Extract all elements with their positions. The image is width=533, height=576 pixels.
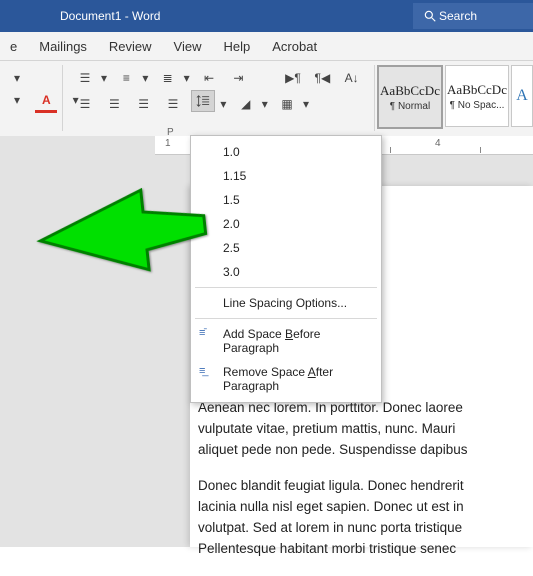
style-heading-partial[interactable]: A — [511, 65, 533, 127]
style-sample: AaBbCcDc — [379, 83, 441, 99]
add-space-before-icon: ≡̄ — [199, 327, 205, 339]
align-right-button[interactable]: ☰ — [133, 94, 155, 114]
title-bar: Document1 - Word — [0, 0, 533, 32]
spacing-2-0[interactable]: 2.0 — [191, 212, 381, 236]
spacing-1-5[interactable]: 1.5 — [191, 188, 381, 212]
ribbon-tabs: e Mailings Review View Help Acrobat — [0, 32, 533, 61]
multilevel-list-dropdown[interactable]: ▾ — [183, 68, 191, 88]
style-nospacing[interactable]: AaBbCcDc ¶ No Spac... — [445, 65, 509, 127]
tab-acrobat[interactable]: Acrobat — [272, 39, 317, 54]
font-color-button[interactable]: A — [35, 90, 57, 113]
shading-dropdown[interactable]: ▾ — [261, 94, 269, 114]
remove-space-after[interactable]: ≡̲ Remove Space After Paragraph — [191, 360, 381, 398]
number-list-button[interactable]: ≡ — [115, 68, 137, 88]
add-space-before[interactable]: ≡̄ Add Space Before Paragraph — [191, 322, 381, 360]
bullet-list-dropdown[interactable]: ▾ — [100, 68, 108, 88]
tab-view[interactable]: View — [174, 39, 202, 54]
menu-separator — [195, 287, 377, 288]
style-sample: A — [512, 87, 532, 105]
borders-button[interactable]: ▦ — [276, 94, 298, 114]
search-box[interactable] — [413, 3, 533, 29]
align-center-button[interactable]: ☰ — [103, 94, 125, 114]
spacing-1-0[interactable]: 1.0 — [191, 140, 381, 164]
paragraph: Donec blandit feugiat ligula. Donec hend… — [198, 476, 533, 560]
style-normal[interactable]: AaBbCcDc ¶ Normal — [377, 65, 443, 129]
bullet-list-button[interactable]: ☰ — [74, 68, 96, 88]
align-left-button[interactable]: ☰ — [74, 94, 96, 114]
line-spacing-menu: 1.0 1.15 1.5 2.0 2.5 3.0 Line Spacing Op… — [190, 135, 382, 403]
multilevel-list-button[interactable]: ≣ — [157, 68, 179, 88]
line-spacing-dropdown[interactable]: ▾ — [219, 94, 227, 114]
remove-space-after-icon: ≡̲ — [199, 365, 205, 377]
align-justify-button[interactable]: ☰ — [162, 94, 184, 114]
styles-gallery: AaBbCcDc ¶ Normal AaBbCcDc ¶ No Spac... … — [377, 65, 533, 129]
style-name-normal: ¶ Normal — [379, 101, 441, 112]
tab-mailings[interactable]: Mailings — [39, 39, 87, 54]
tab-partial[interactable]: e — [10, 39, 17, 54]
document-title: Document1 - Word — [60, 9, 160, 23]
borders-dropdown[interactable]: ▾ — [302, 94, 310, 114]
sort-button[interactable]: A↓ — [341, 68, 363, 88]
search-input[interactable] — [437, 8, 511, 24]
spacing-1-15[interactable]: 1.15 — [191, 164, 381, 188]
search-icon — [423, 9, 437, 23]
spacing-3-0[interactable]: 3.0 — [191, 260, 381, 284]
line-spacing-button[interactable] — [191, 90, 215, 112]
paragraph: Aenean nec lorem. In porttitor. Donec la… — [198, 398, 533, 461]
tab-help[interactable]: Help — [224, 39, 251, 54]
ltr-button[interactable]: ▶¶ — [282, 68, 304, 88]
style-sample: AaBbCcDc — [446, 82, 508, 98]
ribbon: ▾ ▾ A ▾ ☰▾ ≡▾ ≣▾ ⇤ ⇥ ☰ ☰ ☰ ☰ — [0, 61, 533, 138]
menu-separator — [195, 318, 377, 319]
style-name-nospacing: ¶ No Spac... — [446, 100, 508, 111]
annotation-arrow — [35, 172, 215, 292]
more-dropdown[interactable]: ▾ — [6, 90, 28, 110]
shading-button[interactable]: ◢ — [235, 94, 257, 114]
decrease-indent-button[interactable]: ⇤ — [198, 68, 220, 88]
rtl-button[interactable]: ¶◀ — [311, 68, 333, 88]
spacing-2-5[interactable]: 2.5 — [191, 236, 381, 260]
font-dropdown[interactable]: ▾ — [6, 68, 28, 88]
line-spacing-options[interactable]: Line Spacing Options... — [191, 291, 381, 315]
increase-indent-button[interactable]: ⇥ — [227, 68, 249, 88]
number-list-dropdown[interactable]: ▾ — [141, 68, 149, 88]
tab-review[interactable]: Review — [109, 39, 152, 54]
